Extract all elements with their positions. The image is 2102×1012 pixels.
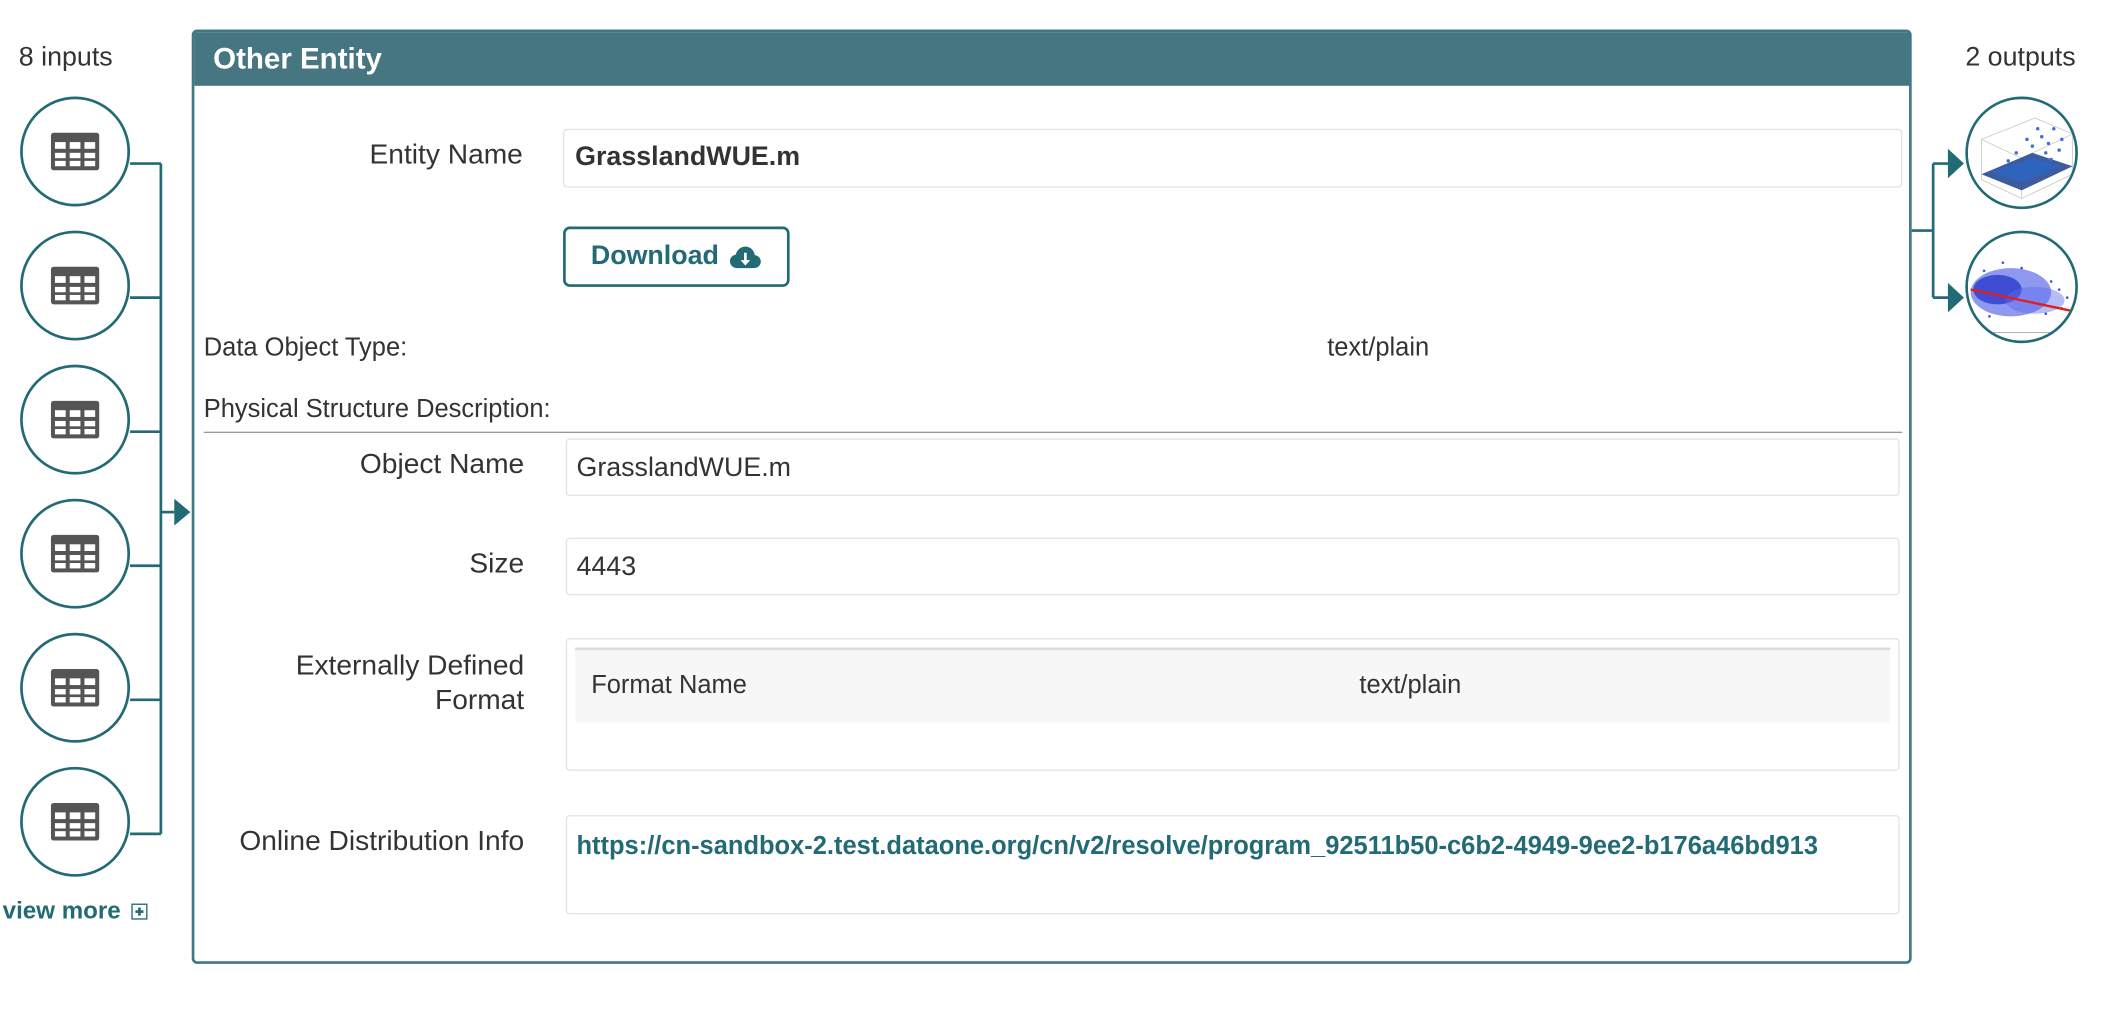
section-divider (203, 431, 1903, 434)
table-icon (50, 132, 100, 171)
scatter-plot-thumbnail (1968, 233, 2076, 341)
entity-panel: Other Entity Entity Name GrasslandWUE.m … (191, 29, 1912, 964)
format-name-label: Format Name (591, 671, 747, 700)
output-item[interactable] (1965, 230, 2078, 344)
inputs-count-label: 8 inputs (18, 42, 113, 73)
view-more-link[interactable]: view more (3, 897, 148, 925)
size-label: Size (469, 548, 525, 580)
input-item[interactable] (20, 498, 131, 609)
external-format-box: Format Name text/plain (565, 638, 1900, 771)
entity-name-label: Entity Name (369, 139, 523, 171)
table-icon (50, 534, 100, 573)
size-value: 4443 (565, 537, 1900, 596)
input-item[interactable] (20, 364, 131, 475)
download-button[interactable]: Download (563, 226, 790, 287)
external-format-label: Externally Defined Format (194, 649, 524, 719)
physical-structure-label: Physical Structure Description: (203, 395, 551, 424)
table-icon (50, 400, 100, 439)
data-object-type-label: Data Object Type: (203, 333, 408, 362)
format-name-value: text/plain (1359, 671, 1462, 700)
online-distribution-label: Online Distribution Info (239, 825, 525, 857)
input-item[interactable] (20, 230, 131, 341)
input-item[interactable] (20, 766, 131, 877)
view-more-label: view more (2, 896, 121, 924)
online-distribution-box: https://cn-sandbox-2.test.dataone.org/cn… (565, 815, 1900, 915)
input-item[interactable] (20, 632, 131, 743)
format-row: Format Name text/plain (575, 647, 1891, 723)
external-format-label-line1: Externally Defined (295, 650, 525, 682)
outputs-count-label: 2 outputs (1965, 42, 2076, 73)
online-distribution-link[interactable]: https://cn-sandbox-2.test.dataone.org/cn… (576, 827, 1888, 866)
object-name-label: Object Name (359, 449, 525, 480)
input-item[interactable] (20, 96, 131, 207)
table-icon (50, 668, 100, 707)
object-name-value: GrasslandWUE.m (565, 438, 1900, 497)
expand-plus-icon (131, 903, 148, 920)
table-icon (50, 266, 100, 305)
cloud-download-icon (730, 246, 762, 268)
entity-name-value: GrasslandWUE.m (563, 128, 1903, 188)
download-label: Download (590, 241, 719, 271)
table-icon (50, 803, 100, 841)
panel-title: Other Entity (194, 32, 1910, 86)
external-format-label-line2: Format (435, 685, 525, 716)
output-item[interactable] (1965, 96, 2078, 210)
3d-scatter-plot-thumbnail (1968, 99, 2076, 207)
data-object-type-value: text/plain (1327, 333, 1430, 362)
